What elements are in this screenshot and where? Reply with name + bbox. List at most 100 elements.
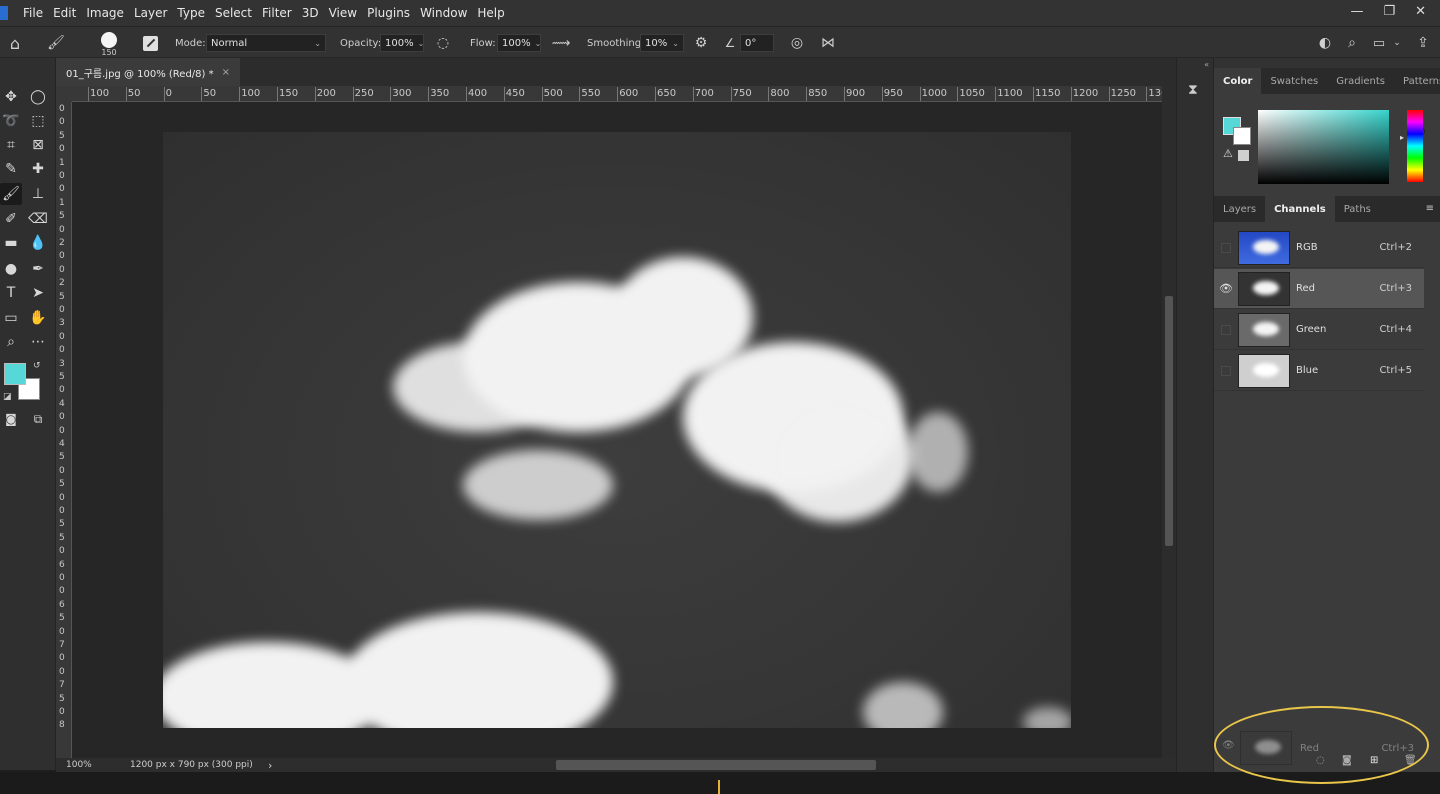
gamut-warning-icon[interactable]: ⚠ xyxy=(1223,147,1233,160)
workspace-icon[interactable]: ▭ xyxy=(1370,27,1388,59)
menu-file[interactable]: File xyxy=(18,6,48,20)
close-icon[interactable]: × xyxy=(222,67,230,78)
airbrush-icon[interactable]: ⟿ xyxy=(552,27,571,59)
mode-dropdown[interactable]: Normal ⌄ xyxy=(206,34,326,52)
eyedropper-tool-icon[interactable]: ✎ xyxy=(0,158,22,180)
move-tool-icon[interactable]: ✥ xyxy=(0,86,22,108)
brush-tool-preset-icon[interactable]: 🖌 xyxy=(44,27,68,59)
chevron-down-icon[interactable]: ⌄ xyxy=(1392,27,1402,59)
minimize-icon[interactable]: — xyxy=(1350,4,1363,19)
lasso-tool-icon[interactable]: ➰ xyxy=(0,110,22,132)
ruler-tick-line xyxy=(239,87,241,101)
ruler-tick-label: 5 xyxy=(59,372,65,382)
vertical-scrollbar[interactable] xyxy=(1162,86,1176,758)
visibility-toggle[interactable] xyxy=(1221,242,1231,253)
symmetry-butterfly-icon[interactable]: ⋈ xyxy=(818,27,838,59)
clone-stamp-tool-icon[interactable]: ⊥ xyxy=(27,183,49,205)
menu-image[interactable]: Image xyxy=(81,6,129,20)
visibility-toggle[interactable] xyxy=(1221,324,1231,335)
visibility-toggle[interactable] xyxy=(1221,365,1231,376)
more-tools-icon[interactable]: ⋯ xyxy=(27,331,49,353)
status-menu-arrow[interactable]: › xyxy=(268,759,272,772)
menu-filter[interactable]: Filter xyxy=(257,6,297,20)
foreground-color-swatch[interactable] xyxy=(4,363,26,385)
tab-channels[interactable]: Channels xyxy=(1265,196,1335,222)
type-tool-icon[interactable]: T xyxy=(0,282,22,304)
ruler-origin[interactable] xyxy=(56,86,72,102)
tab-paths[interactable]: Paths xyxy=(1335,196,1380,222)
tab-gradients[interactable]: Gradients xyxy=(1327,68,1394,94)
zoom-level[interactable]: 100% xyxy=(66,760,130,770)
cloud-image[interactable] xyxy=(163,132,1071,728)
color-field[interactable] xyxy=(1258,110,1425,184)
screen-mode-icon[interactable]: ⧉ xyxy=(27,408,49,430)
healing-brush-tool-icon[interactable]: ✚ xyxy=(27,158,49,180)
document-tab[interactable]: 01_구름.jpg @ 100% (Red/8) * × xyxy=(56,58,241,86)
web-safe-swatch[interactable] xyxy=(1238,150,1249,161)
menu-select[interactable]: Select xyxy=(210,6,257,20)
menu-layer[interactable]: Layer xyxy=(129,6,172,20)
swap-colors-icon[interactable]: ↺ xyxy=(33,361,41,371)
menu-type[interactable]: Type xyxy=(172,6,210,20)
angle-input[interactable]: 0° xyxy=(740,34,774,52)
object-selection-tool-icon[interactable]: ⬚ xyxy=(27,110,49,132)
hand-tool-icon[interactable]: ✋ xyxy=(27,307,49,329)
crop-tool-icon[interactable]: ⌗ xyxy=(0,134,22,156)
tab-swatches[interactable]: Swatches xyxy=(1261,68,1327,94)
default-colors-icon[interactable]: ◪ xyxy=(3,392,12,402)
restore-icon[interactable]: ❐ xyxy=(1383,4,1395,19)
canvas-area[interactable] xyxy=(72,102,1162,758)
channel-row-blue[interactable]: Blue Ctrl+5 xyxy=(1214,351,1424,391)
home-icon[interactable]: ⌂ xyxy=(6,27,24,59)
opacity-dropdown[interactable]: 100% ⌄ xyxy=(380,34,424,52)
menu-3d[interactable]: 3D xyxy=(297,6,324,20)
gradient-tool-icon[interactable]: ▬ xyxy=(0,232,22,254)
menu-help[interactable]: Help xyxy=(472,6,509,20)
learn-icon[interactable]: ◐ xyxy=(1316,27,1334,59)
frame-tool-icon[interactable]: ⊠ xyxy=(27,134,49,156)
photoshop-logo[interactable] xyxy=(0,6,8,20)
rectangle-tool-icon[interactable]: ▭ xyxy=(0,307,22,329)
expand-panels-icon[interactable]: « xyxy=(1204,60,1209,69)
quick-mask-icon[interactable]: ◙ xyxy=(0,408,22,430)
flow-dropdown[interactable]: 100% ⌄ xyxy=(497,34,541,52)
pen-tool-icon[interactable]: ✒ xyxy=(27,258,49,280)
menu-edit[interactable]: Edit xyxy=(48,6,81,20)
vertical-scroll-thumb[interactable] xyxy=(1165,296,1173,546)
tab-patterns[interactable]: Patterns xyxy=(1394,68,1440,94)
horizontal-ruler[interactable]: 100 50 0 50 100 150 200 250 300 350 400 450 500 550 60… xyxy=(72,86,1162,102)
blur-tool-icon[interactable]: 💧 xyxy=(27,232,49,254)
history-panel-icon[interactable]: ⧗ xyxy=(1188,82,1198,98)
close-icon[interactable]: ✕ xyxy=(1415,4,1426,19)
history-brush-tool-icon[interactable]: ✐ xyxy=(0,208,22,230)
channel-row-green[interactable]: Green Ctrl+4 xyxy=(1214,310,1424,350)
channel-row-rgb[interactable]: RGB Ctrl+2 xyxy=(1214,228,1424,268)
eraser-tool-icon[interactable]: ⌫ xyxy=(27,208,49,230)
hue-slider[interactable] xyxy=(1407,110,1423,182)
vertical-ruler[interactable]: 0 0 5 0 1 0 0 1 5 0 2 0 0 2 5 0 3 0 0 3 5 0 4 0 0 4 5 0 5 0 0 5 5 0 6 0 0 6 5 0… xyxy=(56,102,72,758)
menu-plugins[interactable]: Plugins xyxy=(362,6,415,20)
tab-color[interactable]: Color xyxy=(1214,68,1262,94)
brush-size-picker[interactable]: 150 xyxy=(94,27,124,59)
smoothing-dropdown[interactable]: 10% ⌄ xyxy=(640,34,684,52)
brush-settings-icon[interactable] xyxy=(141,27,159,59)
menu-window[interactable]: Window xyxy=(415,6,472,20)
channel-row-red[interactable]: 👁 Red Ctrl+3 xyxy=(1214,269,1424,309)
marquee-tool-icon[interactable]: ◯ xyxy=(27,86,49,108)
pressure-opacity-icon[interactable]: ◌ xyxy=(434,27,452,59)
eye-icon[interactable]: 👁 xyxy=(1214,282,1238,295)
pressure-size-icon[interactable]: ◎ xyxy=(788,27,806,59)
gear-icon[interactable]: ⚙ xyxy=(692,27,710,59)
panel-menu-icon[interactable]: ≡ xyxy=(1426,203,1434,214)
path-selection-tool-icon[interactable]: ➤ xyxy=(27,282,49,304)
tab-layers[interactable]: Layers xyxy=(1214,196,1265,222)
zoom-tool-icon[interactable]: ⌕ xyxy=(0,331,22,353)
dodge-tool-icon[interactable]: ● xyxy=(0,258,22,280)
share-icon[interactable]: ⇪ xyxy=(1414,27,1432,59)
brush-tool-icon[interactable]: 🖌 xyxy=(0,183,22,205)
menu-view[interactable]: View xyxy=(324,6,362,20)
ruler-tick-line xyxy=(1108,87,1110,101)
horizontal-scroll-thumb[interactable] xyxy=(556,760,876,770)
color-panel-background-swatch[interactable] xyxy=(1233,127,1251,145)
search-icon[interactable]: ⌕ xyxy=(1343,27,1361,59)
